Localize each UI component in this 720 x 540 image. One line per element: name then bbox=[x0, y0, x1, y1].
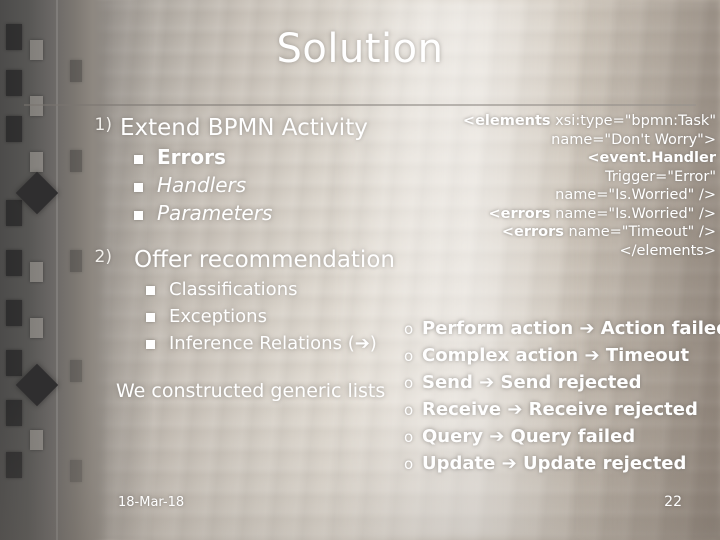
slide-canvas: Solution 1) Extend BPMN Activity Errors … bbox=[0, 0, 720, 540]
code-line-1: name="Don't Worry"> bbox=[400, 131, 716, 150]
xml-code-block: <elements xsi:type="bpmn:Task" name="Don… bbox=[400, 112, 716, 260]
left-content-column: 1) Extend BPMN Activity Errors Handlers … bbox=[84, 115, 414, 402]
arrow-item-5: Update ➔ Update rejected bbox=[422, 453, 687, 474]
item-2-sub-2: Inference Relations (➔) bbox=[169, 333, 377, 354]
square-bullet-icon bbox=[146, 286, 155, 295]
numbered-item-1: 1) Extend BPMN Activity Errors Handlers … bbox=[84, 115, 414, 225]
code-tag-6: <errors bbox=[501, 224, 564, 240]
code-rest-0: xsi:type="bpmn:Task" bbox=[550, 113, 716, 129]
code-line-4: name="Is.Worried" /> bbox=[400, 186, 716, 205]
item-1-sub-1: Handlers bbox=[157, 173, 247, 197]
list-item: o Update ➔ Update rejected bbox=[404, 453, 716, 474]
item-1-heading: Extend BPMN Activity bbox=[120, 115, 368, 141]
list-item: o Query ➔ Query failed bbox=[404, 426, 716, 447]
code-rest-4: name="Is.Worried" /> bbox=[555, 187, 716, 203]
item-1-number: 1) bbox=[94, 115, 112, 135]
circle-bullet-icon: o bbox=[404, 401, 414, 419]
list-item: o Perform action ➔ Action failed bbox=[404, 318, 720, 339]
code-line-0: <elements xsi:type="bpmn:Task" bbox=[400, 112, 716, 131]
list-item: Classifications bbox=[146, 279, 414, 300]
code-tag-0: <elements bbox=[462, 113, 551, 129]
arrow-item-3: Receive ➔ Receive rejected bbox=[422, 399, 698, 420]
closing-statement: We constructed generic lists bbox=[116, 380, 386, 402]
square-bullet-icon bbox=[134, 155, 143, 164]
list-item: o Send ➔ Send rejected bbox=[404, 372, 716, 393]
arrow-item-2: Send ➔ Send rejected bbox=[422, 372, 642, 393]
square-bullet-icon bbox=[134, 183, 143, 192]
list-item: o Complex action ➔ Timeout bbox=[404, 345, 716, 366]
title-divider bbox=[24, 104, 696, 106]
footer-page-number: 22 bbox=[664, 494, 682, 510]
recommendation-list: o Perform action ➔ Action failed o Compl… bbox=[404, 318, 720, 480]
code-line-5: <errors name="Is.Worried" /> bbox=[400, 205, 716, 224]
page-title: Solution bbox=[276, 26, 444, 72]
code-line-6: <errors name="Timeout" /> bbox=[400, 223, 716, 242]
code-rest-3: Trigger="Error" bbox=[605, 168, 716, 185]
code-line-3: Trigger="Error" bbox=[400, 168, 716, 187]
item-2-sub-1: Exceptions bbox=[169, 306, 267, 327]
numbered-item-2: 2) Offer recommendation Classifications … bbox=[84, 247, 414, 354]
item-1-sublist: Errors Handlers Parameters bbox=[84, 145, 414, 225]
circle-bullet-icon: o bbox=[404, 347, 414, 365]
code-tag-2: <event.Handler bbox=[587, 150, 716, 166]
code-rest-7: </elements> bbox=[619, 242, 716, 259]
code-line-7: </elements> bbox=[400, 242, 716, 261]
circle-bullet-icon: o bbox=[404, 428, 414, 446]
circle-bullet-icon: o bbox=[404, 455, 414, 473]
circle-bullet-icon: o bbox=[404, 320, 414, 338]
code-rest-1: name="Don't Worry"> bbox=[551, 131, 716, 148]
item-1-sub-0: Errors bbox=[157, 145, 226, 169]
list-item: Exceptions bbox=[146, 306, 414, 327]
arrow-item-0: Perform action ➔ Action failed bbox=[422, 318, 720, 339]
code-line-2: <event.Handler bbox=[400, 149, 716, 168]
list-item: Errors bbox=[134, 145, 414, 169]
list-item: Parameters bbox=[134, 201, 414, 225]
list-item: Inference Relations (➔) bbox=[146, 333, 414, 354]
square-bullet-icon bbox=[146, 313, 155, 322]
arrow-item-4: Query ➔ Query failed bbox=[422, 426, 636, 447]
item-1-sub-2: Parameters bbox=[157, 201, 273, 225]
item-2-heading: Offer recommendation bbox=[134, 247, 395, 273]
circle-bullet-icon: o bbox=[404, 374, 414, 392]
footer-date: 18-Mar-18 bbox=[118, 495, 185, 510]
square-bullet-icon bbox=[146, 340, 155, 349]
code-rest-6: name="Timeout" /> bbox=[563, 224, 716, 240]
arrow-item-1: Complex action ➔ Timeout bbox=[422, 345, 690, 366]
item-2-number: 2) bbox=[94, 247, 112, 267]
code-tag-5: <errors bbox=[488, 205, 551, 222]
code-rest-5: name="Is.Worried" /> bbox=[550, 205, 716, 222]
list-item: o Receive ➔ Receive rejected bbox=[404, 399, 716, 420]
square-bullet-icon bbox=[134, 211, 143, 220]
item-2-sub-0: Classifications bbox=[169, 279, 298, 300]
list-item: Handlers bbox=[134, 173, 414, 197]
item-2-sublist: Classifications Exceptions Inference Rel… bbox=[84, 279, 414, 354]
